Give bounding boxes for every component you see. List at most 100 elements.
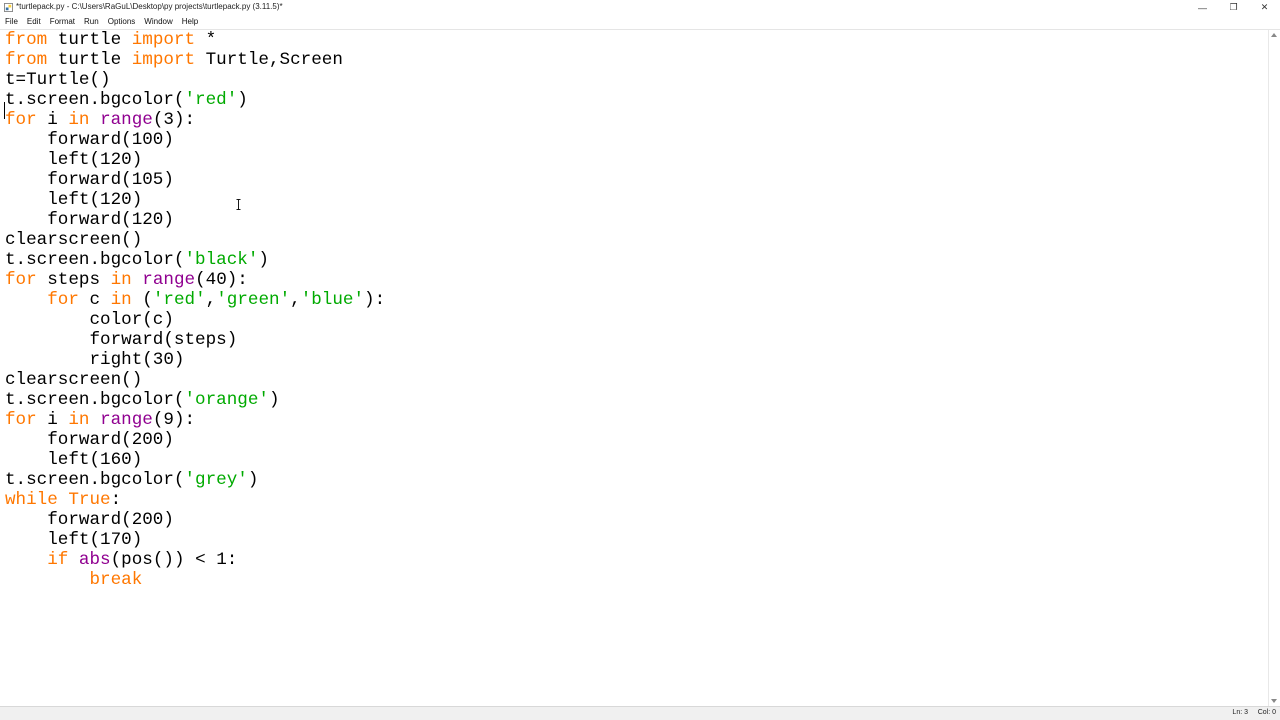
code-token: * [195,30,217,50]
code-line[interactable]: t.screen.bgcolor('grey') [5,470,385,490]
code-token: forward(100) [5,130,174,150]
code-line[interactable]: t.screen.bgcolor('black') [5,250,385,270]
code-token: c [78,290,111,310]
code-token: forward(steps) [5,330,238,350]
code-token: forward(105) [5,170,174,190]
code-line[interactable]: from turtle import Turtle,Screen [5,50,385,70]
keyword-token: in [110,290,132,310]
menu-window[interactable]: Window [139,15,176,29]
builtin-token: range [100,110,153,130]
code-token: ( [131,290,153,310]
code-token: t.screen.bgcolor( [5,390,185,410]
code-line[interactable]: left(120) [5,190,385,210]
string-token: 'red' [184,90,238,110]
code-token: i [36,110,69,130]
code-token: clearscreen() [5,230,143,250]
maximize-button[interactable]: ❐ [1218,0,1249,15]
scroll-up-arrow-icon[interactable] [1271,33,1277,37]
code-line[interactable]: forward(100) [5,130,385,150]
code-line[interactable]: for steps in range(40): [5,270,385,290]
idle-editor-window: *turtlepack.py - C:\Users\RaGuL\Desktop\… [0,0,1280,720]
keyword-token: in [110,270,132,290]
menu-format[interactable]: Format [45,15,79,29]
keyword-token: for [5,110,37,130]
code-line[interactable]: forward(105) [5,170,385,190]
code-line[interactable]: clearscreen() [5,370,385,390]
python-idle-icon [4,3,13,12]
close-button[interactable]: ✕ [1249,0,1280,15]
code-line[interactable]: t=Turtle() [5,70,385,90]
code-line[interactable]: for c in ('red','green','blue'): [5,290,385,310]
code-line[interactable]: clearscreen() [5,230,385,250]
code-line[interactable]: forward(200) [5,510,385,530]
menu-run[interactable]: Run [79,15,103,29]
menu-options[interactable]: Options [103,15,140,29]
code-line[interactable]: left(170) [5,530,385,550]
code-token: , [290,290,301,310]
code-token: t.screen.bgcolor( [5,250,185,270]
builtin-token: abs [78,550,111,570]
code-line[interactable]: for i in range(3): [5,110,385,130]
code-line[interactable]: forward(steps) [5,330,385,350]
code-line[interactable]: from turtle import * [5,30,385,50]
code-token: forward(120) [5,210,174,230]
keyword-token: if [47,550,69,570]
code-token: left(160) [5,450,143,470]
code-line[interactable]: if abs(pos()) < 1: [5,550,385,570]
code-line[interactable]: forward(120) [5,210,385,230]
keyword-token: import [131,50,196,70]
builtin-token: range [142,270,196,290]
keyword-token: for [5,270,37,290]
vertical-scrollbar[interactable] [1269,30,1280,706]
keyword-token: for [5,410,37,430]
code-line[interactable]: forward(200) [5,430,385,450]
title-bar[interactable]: *turtlepack.py - C:\Users\RaGuL\Desktop\… [0,0,1280,15]
code-line[interactable]: left(160) [5,450,385,470]
string-token: 'grey' [184,470,248,490]
keyword-token: break [89,570,143,590]
menu-file[interactable]: File [0,15,22,29]
code-token: t.screen.bgcolor( [5,90,185,110]
keyword-token: True [68,490,111,510]
code-editor[interactable]: from turtle import * from turtle import T… [0,30,1269,706]
code-token: , [205,290,217,310]
code-token: right(30) [5,350,185,370]
string-token: 'blue' [300,290,365,310]
code-token: (9): [152,410,196,430]
code-line[interactable]: color(c) [5,310,385,330]
menu-bar: File Edit Format Run Options Window Help [0,15,1280,29]
code-token: (3): [152,110,196,130]
menu-help[interactable]: Help [177,15,202,29]
code-token: steps [36,270,111,290]
code-line[interactable]: while True: [5,490,385,510]
code-token: ) [268,390,280,410]
ibeam-cursor-icon [236,199,241,210]
code-line[interactable]: right(30) [5,350,385,370]
code-token: forward(200) [5,430,174,450]
code-text-area[interactable]: from turtle import * from turtle import T… [5,30,385,590]
code-token: i [36,410,69,430]
code-line[interactable]: left(120) [5,150,385,170]
code-line[interactable]: break [5,570,385,590]
code-token: forward(200) [5,510,174,530]
code-line[interactable]: t.screen.bgcolor('red') [5,90,385,110]
keyword-token: import [131,30,196,50]
code-line[interactable]: for i in range(9): [5,410,385,430]
code-token: ) [237,90,248,110]
column-number-indicator: Col: 0 [1257,709,1276,716]
code-token: t.screen.bgcolor( [5,470,185,490]
code-token: : [110,490,122,510]
code-token: ): [364,290,386,310]
code-line[interactable]: t.screen.bgcolor('orange') [5,390,385,410]
minimize-button[interactable]: — [1187,0,1218,15]
menu-edit[interactable]: Edit [22,15,45,29]
code-token: (pos()) < 1: [110,550,238,570]
keyword-token: from [5,30,48,50]
scroll-down-arrow-icon[interactable] [1271,699,1277,703]
keyword-token: from [5,50,48,70]
